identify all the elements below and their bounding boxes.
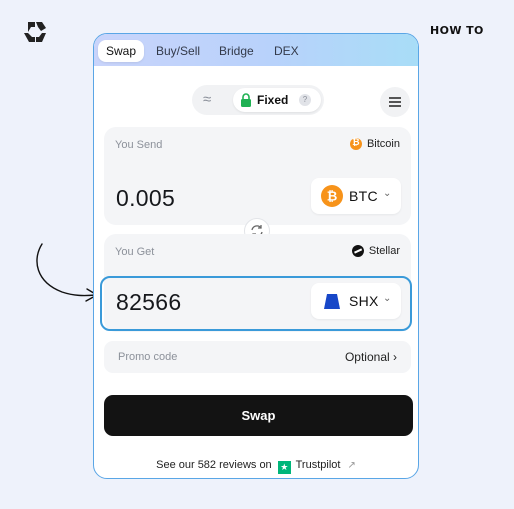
swap-button-label: Swap <box>241 408 276 423</box>
tab-buy-sell[interactable]: Buy/Sell <box>148 40 208 62</box>
promo-optional-label: Optional › <box>344 350 397 364</box>
trustpilot-star-icon: ★ <box>277 461 291 474</box>
fixed-label: Fixed <box>257 93 289 107</box>
receive-amount-highlight <box>100 276 412 331</box>
fixed-rate-option[interactable]: Fixed ? <box>233 88 321 112</box>
tab-dex[interactable]: DEX <box>266 40 307 62</box>
trustpilot-brand: Trustpilot <box>295 459 341 471</box>
chevron-down-icon: ⌄ <box>383 188 392 199</box>
send-network[interactable]: ₿ Bitcoin <box>349 137 400 150</box>
menu-button[interactable] <box>380 87 410 117</box>
brand-logo-icon <box>24 22 46 42</box>
promo-code-label: Promo code <box>118 351 178 363</box>
how-to-label: HOW TO <box>430 24 484 37</box>
stellar-network-icon <box>351 245 364 257</box>
floating-rate-icon[interactable]: ≈ <box>203 92 211 108</box>
send-network-label: Bitcoin <box>366 138 400 150</box>
tab-swap[interactable]: Swap <box>98 40 145 62</box>
send-asset-selector[interactable]: ₿ BTC ⌄ <box>311 178 401 214</box>
lock-icon <box>241 93 251 107</box>
external-link-icon: ↗ <box>347 460 356 471</box>
svg-text:₿: ₿ <box>327 190 338 205</box>
send-asset-ticker: BTC <box>349 188 378 204</box>
send-label: You Send <box>115 139 163 151</box>
receive-network[interactable]: Stellar <box>351 245 400 257</box>
tab-bar: Swap Buy/Sell Bridge DEX <box>94 34 418 66</box>
bitcoin-network-icon: ₿ <box>349 137 362 150</box>
send-panel: You Send ₿ Bitcoin 0.005 ₿ BTC ⌄ <box>104 127 411 225</box>
help-icon[interactable]: ? <box>299 94 311 106</box>
receive-network-label: Stellar <box>368 245 400 257</box>
tab-bridge[interactable]: Bridge <box>211 40 262 62</box>
promo-code-field[interactable]: Promo code Optional › <box>104 341 411 373</box>
bitcoin-icon: ₿ <box>321 185 343 207</box>
swap-widget: Swap Buy/Sell Bridge DEX ≈ Fixed ? You S… <box>93 33 419 479</box>
trustpilot-link[interactable]: See our 582 reviews on ★ Trustpilot ↗ <box>94 459 418 474</box>
receive-label: You Get <box>115 246 155 258</box>
trustpilot-prefix: See our 582 reviews on <box>156 459 272 471</box>
swap-button[interactable]: Swap <box>104 395 413 436</box>
send-amount-input[interactable]: 0.005 <box>116 185 175 212</box>
rate-mode-toggle: ≈ Fixed ? <box>192 85 324 115</box>
